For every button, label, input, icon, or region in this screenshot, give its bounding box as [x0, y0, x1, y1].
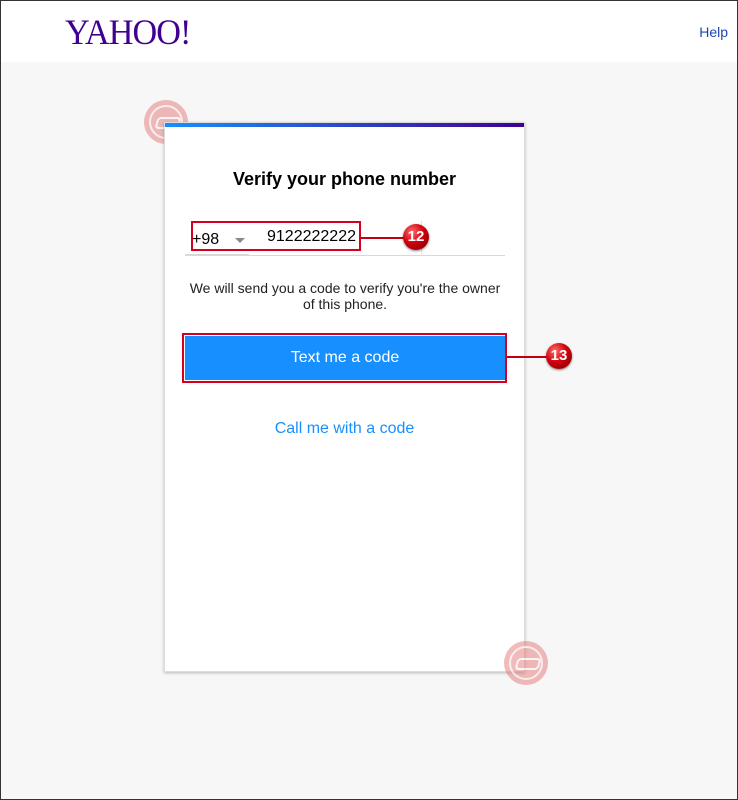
annotation-badge-12: 12 — [403, 224, 429, 250]
call-me-code-link[interactable]: Call me with a code — [165, 420, 524, 438]
info-text: We will send you a code to verify you're… — [189, 280, 501, 312]
yahoo-logo[interactable]: YAHOO! — [65, 11, 191, 53]
page-title: Verify your phone number — [232, 169, 457, 189]
card-accent-bar — [165, 123, 524, 127]
watermark-logo-icon — [504, 641, 548, 685]
annotation-box-12 — [191, 221, 361, 251]
help-link[interactable]: Help — [699, 24, 728, 40]
annotation-badge-13: 13 — [546, 343, 572, 369]
annotation-line-12 — [361, 237, 404, 239]
header-bar: YAHOO! Help — [1, 1, 737, 62]
annotation-line-13 — [507, 356, 547, 358]
verify-phone-card: Verify your phone number +98 We will sen… — [164, 122, 525, 672]
annotation-box-13 — [182, 333, 507, 383]
